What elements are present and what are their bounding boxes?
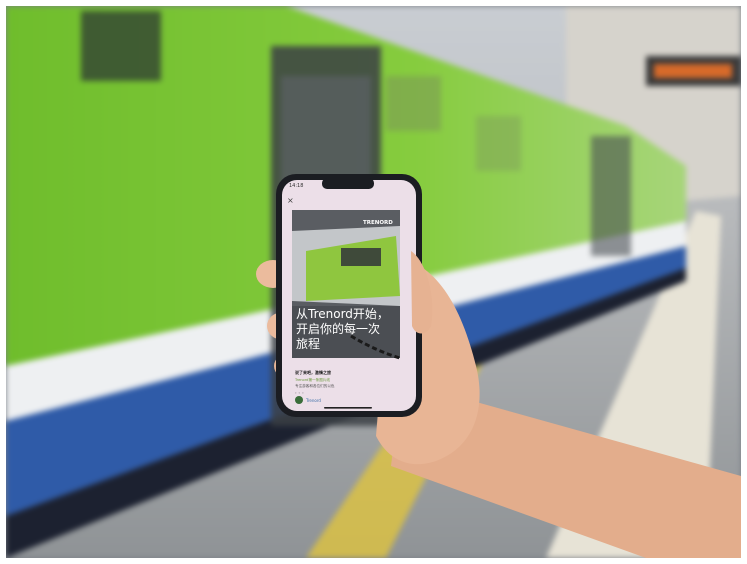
article-line-1: Trenord第一条图片线 — [294, 377, 330, 382]
brand-logo: TRENORD — [363, 220, 393, 226]
article-line-2: 专注游客和各位们的以色 — [295, 383, 335, 388]
headline-line-3: 旅程 — [296, 336, 320, 351]
account-name[interactable]: Trenord — [305, 398, 321, 403]
article-line-3: 。。。 — [295, 390, 306, 394]
headline-line-2: 开启你的每一次 — [296, 321, 380, 336]
status-time: 14:18 — [289, 183, 303, 189]
article-title: 说了来吧，激情之旅 — [295, 369, 331, 375]
account-avatar[interactable] — [295, 396, 303, 404]
headline-line-1: 从Trenord开始， — [296, 307, 389, 321]
close-icon[interactable]: × — [287, 196, 294, 205]
foreground: 14:18 × TRENORD 从Trenord开始， 开启你的每一次 旅程 说… — [256, 174, 741, 558]
hero-train-windscreen — [341, 248, 381, 266]
home-indicator — [324, 407, 372, 409]
phone-notch — [322, 178, 374, 189]
photo-frame: 14:18 × TRENORD 从Trenord开始， 开启你的每一次 旅程 说… — [6, 6, 741, 558]
hero-image: TRENORD 从Trenord开始， 开启你的每一次 旅程 — [292, 210, 401, 360]
